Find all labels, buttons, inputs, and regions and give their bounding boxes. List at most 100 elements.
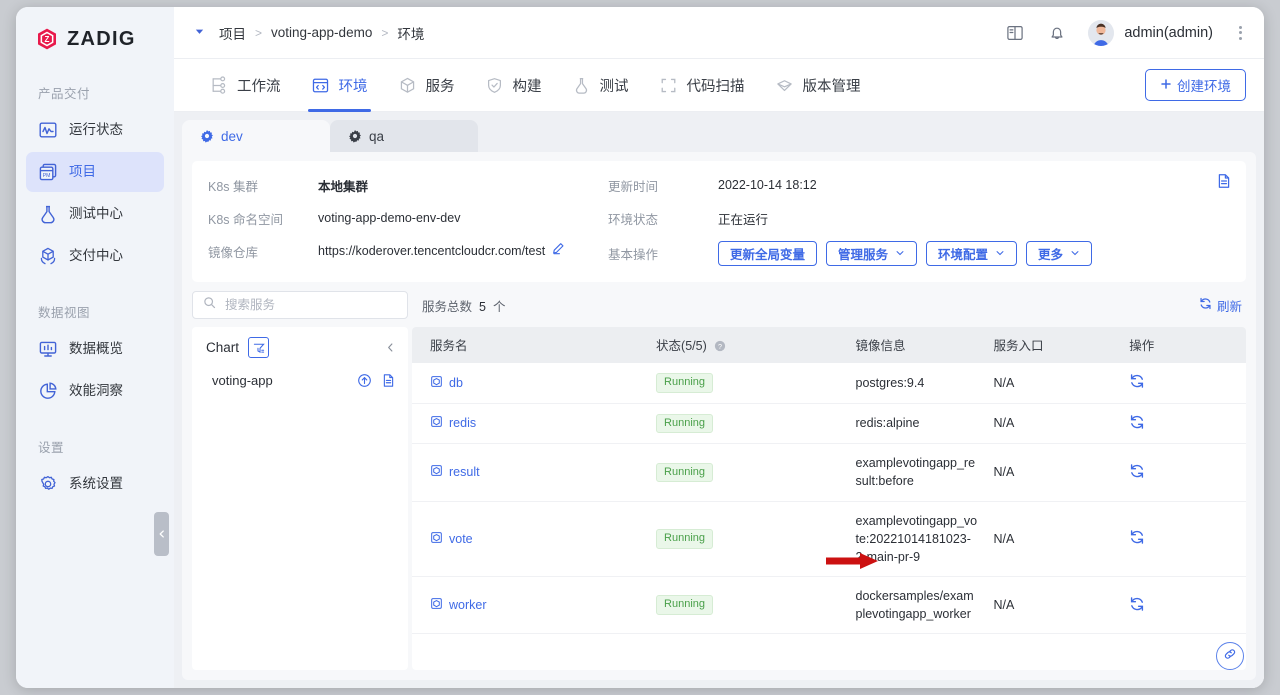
tab-build[interactable]: 构建	[470, 59, 557, 112]
env-tab-label: dev	[221, 129, 243, 144]
more-button[interactable]: 更多	[1026, 241, 1092, 266]
filter-icon[interactable]	[248, 337, 269, 358]
chevron-left-icon	[157, 529, 167, 539]
breadcrumb-item-0[interactable]: 项目	[219, 23, 246, 43]
update-global-vars-button[interactable]: 更新全局变量	[718, 241, 817, 266]
sidebar-item-data-overview[interactable]: 数据概览	[26, 329, 164, 369]
service-name-label: redis	[449, 416, 476, 430]
cell-service-name: worker	[412, 576, 656, 633]
cell-status: Running	[656, 444, 855, 501]
book-icon[interactable]	[1004, 22, 1026, 44]
env-tab-qa[interactable]: qa	[330, 120, 478, 152]
table-row[interactable]: db Running postgres:9.4 N/	[412, 363, 1246, 403]
row-refresh-icon[interactable]	[1129, 373, 1145, 389]
create-environment-button[interactable]: 创建环境	[1145, 69, 1246, 101]
service-name-link[interactable]: worker	[430, 597, 656, 613]
chart-header: Chart	[192, 327, 408, 367]
sidebar-item-label: 测试中心	[69, 207, 123, 221]
cell-status: Running	[656, 576, 855, 633]
kebab-menu-icon[interactable]	[1233, 24, 1248, 42]
upload-circle-icon[interactable]	[357, 373, 372, 388]
tab-code-scan[interactable]: 代码扫描	[644, 59, 760, 112]
tab-environment[interactable]: 环境	[296, 59, 383, 112]
env-tab-dev[interactable]: dev	[182, 120, 330, 152]
sidebar-item-test-center[interactable]: 测试中心	[26, 194, 164, 234]
pencil-icon[interactable]	[552, 242, 565, 260]
service-name-link[interactable]: vote	[430, 531, 656, 547]
cell-operations	[1129, 363, 1246, 403]
row-refresh-icon[interactable]	[1129, 596, 1145, 612]
breadcrumb: 项目 > voting-app-demo > 环境	[219, 23, 424, 43]
row-refresh-icon[interactable]	[1129, 529, 1145, 545]
nav-group-title-0: 产品交付	[16, 83, 174, 102]
topbar: 项目 > voting-app-demo > 环境	[174, 7, 1264, 59]
row-refresh-icon[interactable]	[1129, 463, 1145, 479]
env-tab-label: qa	[369, 129, 384, 144]
info-row-env-status: 环境状态 正在运行	[608, 208, 1092, 228]
service-name-link[interactable]: result	[430, 464, 656, 480]
sidebar-collapse-handle[interactable]	[154, 512, 169, 556]
refresh-icon	[1199, 297, 1212, 313]
service-count-label: 服务总数	[422, 296, 472, 315]
service-name-link[interactable]: db	[430, 375, 656, 391]
info-label: 环境状态	[608, 209, 718, 228]
sidebar-item-efficiency-insight[interactable]: 效能洞察	[26, 371, 164, 411]
search-box[interactable]	[192, 291, 408, 319]
cell-image-info: dockersamples/examplevotingapp_worker	[856, 576, 994, 633]
row-refresh-icon[interactable]	[1129, 414, 1145, 430]
environment-info-card: K8s 集群 本地集群 K8s 命名空间 voting-app-demo-env…	[192, 161, 1246, 282]
search-input[interactable]	[223, 297, 397, 313]
chart-collapse-button[interactable]	[385, 342, 396, 353]
tab-test[interactable]: 测试	[557, 59, 644, 112]
tab-version-management[interactable]: 版本管理	[760, 59, 876, 112]
bell-icon[interactable]	[1046, 22, 1068, 44]
sidebar-item-runtime-status[interactable]: 运行状态	[26, 110, 164, 150]
table-row[interactable]: result Running examplevotingapp_result:b…	[412, 444, 1246, 501]
table-header-row: 服务名 状态(5/5) ?	[412, 327, 1246, 363]
status-badge: Running	[656, 373, 713, 393]
manage-services-button[interactable]: 管理服务	[826, 241, 917, 266]
chevron-down-icon	[1070, 247, 1080, 261]
app-window: Z ZADIG 产品交付 运行状态 PM	[16, 7, 1264, 688]
user-name[interactable]: admin(admin)	[1124, 25, 1213, 41]
environment-config-button[interactable]: 环境配置	[926, 241, 1017, 266]
sidebar-item-delivery-center[interactable]: 交付中心	[26, 236, 164, 276]
caret-down-icon[interactable]	[194, 24, 205, 42]
cell-image-info: examplevotingapp_result:before	[856, 444, 994, 501]
refresh-button[interactable]: 刷新	[1199, 296, 1242, 315]
cell-image-info: redis:alpine	[856, 403, 994, 444]
cell-status: Running	[656, 403, 855, 444]
sidebar-item-system-settings[interactable]: 系统设置	[26, 464, 164, 504]
image-info-text: redis:alpine	[856, 414, 978, 432]
service-name-link[interactable]: redis	[430, 415, 656, 431]
brand-logo[interactable]: Z ZADIG	[16, 21, 174, 57]
nav-group-title-1: 数据视图	[16, 302, 174, 321]
chart-list-item[interactable]: voting-app	[192, 367, 408, 394]
column-header-service-name: 服务名	[412, 327, 656, 363]
shield-check-icon	[485, 76, 504, 95]
table-row[interactable]: vote Running examplevotingapp_vote:20221…	[412, 501, 1246, 576]
info-row-namespace: K8s 命名空间 voting-app-demo-env-dev	[208, 208, 608, 228]
document-icon[interactable]	[1216, 173, 1232, 194]
info-label: 镜像仓库	[208, 242, 318, 261]
svg-text:?: ?	[718, 342, 722, 351]
table-row[interactable]: redis Running redis:alpine	[412, 403, 1246, 444]
tab-label: 环境	[339, 75, 368, 96]
sidebar-item-project[interactable]: PM 项目	[26, 152, 164, 192]
tab-label: 测试	[600, 75, 629, 96]
document-icon[interactable]	[381, 373, 396, 388]
question-icon[interactable]: ?	[714, 340, 726, 352]
cell-service-entry: N/A	[993, 363, 1129, 403]
create-environment-label: 创建环境	[1177, 75, 1231, 95]
breadcrumb-item-2[interactable]: 环境	[397, 23, 424, 43]
tab-label: 工作流	[237, 75, 281, 96]
cell-service-name: db	[412, 363, 656, 403]
status-badge: Running	[656, 529, 713, 549]
link-fab-button[interactable]	[1216, 642, 1244, 670]
tab-service[interactable]: 服务	[383, 59, 470, 112]
tab-workflow[interactable]: 工作流	[194, 59, 296, 112]
brand-name: ZADIG	[67, 28, 136, 51]
table-row[interactable]: worker Running dockersamples/examplevoti…	[412, 576, 1246, 633]
avatar[interactable]	[1088, 20, 1114, 46]
breadcrumb-item-1[interactable]: voting-app-demo	[271, 25, 372, 40]
